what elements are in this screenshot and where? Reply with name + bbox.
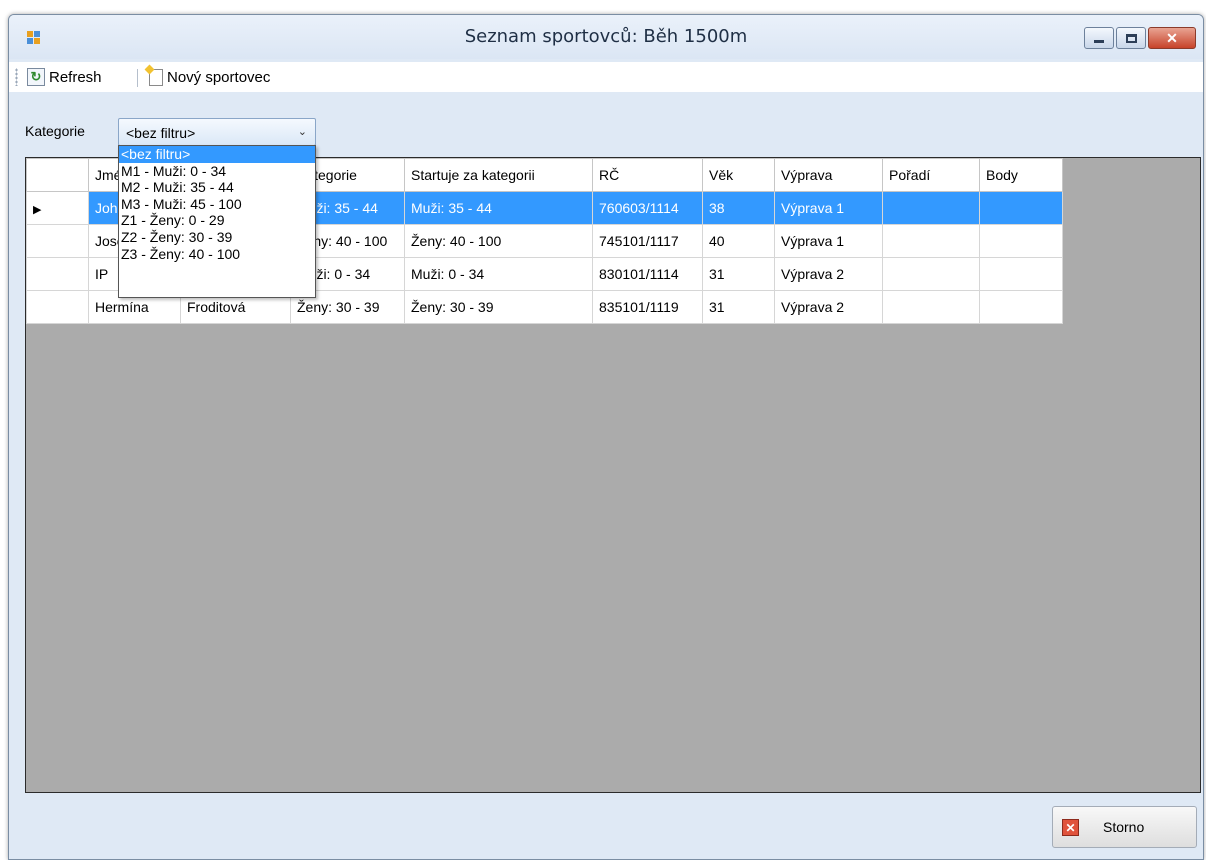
toolbar-grip[interactable] <box>15 68 18 86</box>
column-header[interactable]: Startuje za kategorii <box>404 158 593 192</box>
refresh-icon: ↻ <box>27 68 45 86</box>
title-bar[interactable]: Seznam sportovců: Běh 1500m ✕ <box>9 15 1203 59</box>
category-filter-combobox[interactable]: <bez filtru> ⌄ <box>118 118 316 146</box>
table-cell[interactable] <box>882 257 980 291</box>
close-button[interactable]: ✕ <box>1148 27 1196 49</box>
table-cell[interactable]: Muži: 35 - 44 <box>404 191 593 225</box>
table-cell[interactable]: 31 <box>702 257 775 291</box>
dropdown-option[interactable]: M2 - Muži: 35 - 44 <box>119 179 315 196</box>
table-cell[interactable] <box>979 191 1063 225</box>
table-cell[interactable] <box>979 257 1063 291</box>
maximize-icon <box>1117 28 1145 48</box>
table-cell[interactable]: Muži: 0 - 34 <box>404 257 593 291</box>
column-header[interactable]: RČ <box>592 158 703 192</box>
toolbar: ↻ Refresh Nový sportovec <box>9 62 1203 92</box>
table-cell[interactable] <box>979 224 1063 258</box>
current-row-arrow-icon: ▶ <box>33 204 42 216</box>
table-cell[interactable]: 38 <box>702 191 775 225</box>
row-header[interactable] <box>26 290 89 324</box>
column-header[interactable]: Výprava <box>774 158 883 192</box>
table-cell[interactable]: Ženy: 40 - 100 <box>404 224 593 258</box>
category-dropdown-list: <bez filtru> M1 - Muži: 0 - 34 M2 - Muži: … <box>118 145 316 298</box>
table-cell[interactable] <box>882 191 980 225</box>
minimize-icon <box>1085 28 1113 48</box>
row-header[interactable] <box>26 257 89 291</box>
minimize-button[interactable] <box>1084 27 1114 49</box>
table-cell[interactable] <box>979 290 1063 324</box>
table-cell[interactable]: Ženy: 30 - 39 <box>404 290 593 324</box>
table-cell[interactable]: Výprava 1 <box>774 224 883 258</box>
new-athlete-button[interactable]: Nový sportovec <box>149 65 270 89</box>
table-cell[interactable]: Výprava 1 <box>774 191 883 225</box>
refresh-button[interactable]: ↻ Refresh <box>27 65 102 89</box>
cancel-button[interactable]: ✕ Storno <box>1052 806 1197 848</box>
window-title: Seznam sportovců: Běh 1500m <box>464 26 748 47</box>
table-cell[interactable]: Výprava 2 <box>774 290 883 324</box>
table-cell[interactable]: 31 <box>702 290 775 324</box>
app-window: Seznam sportovců: Běh 1500m ✕ ↻ Refresh … <box>8 14 1204 860</box>
new-athlete-label: Nový sportovec <box>167 68 271 86</box>
table-cell[interactable]: 760603/1114 <box>592 191 703 225</box>
row-header[interactable] <box>26 224 89 258</box>
dropdown-option[interactable]: Z2 - Ženy: 30 - 39 <box>119 229 315 246</box>
column-header[interactable]: Body <box>979 158 1063 192</box>
dropdown-option[interactable]: Z3 - Ženy: 40 - 100 <box>119 246 315 263</box>
category-filter-value: <bez filtru> <box>126 125 196 141</box>
cancel-label: Storno <box>1103 819 1145 835</box>
refresh-label: Refresh <box>49 68 102 86</box>
grid-corner-header[interactable] <box>26 158 89 192</box>
close-icon: ✕ <box>1166 29 1178 46</box>
row-header[interactable]: ▶ <box>26 191 89 225</box>
column-header[interactable]: Pořadí <box>882 158 980 192</box>
table-cell[interactable]: 830101/1114 <box>592 257 703 291</box>
table-cell[interactable] <box>882 224 980 258</box>
column-header[interactable]: Věk <box>702 158 775 192</box>
cancel-icon: ✕ <box>1062 819 1079 836</box>
table-cell[interactable] <box>882 290 980 324</box>
chevron-down-icon[interactable]: ⌄ <box>298 125 307 138</box>
window-controls: ✕ <box>1084 27 1196 51</box>
dropdown-option[interactable]: M3 - Muži: 45 - 100 <box>119 196 315 213</box>
toolbar-separator <box>137 69 138 87</box>
dropdown-option[interactable]: <bez filtru> <box>119 146 315 163</box>
category-filter-label: Kategorie <box>25 123 85 139</box>
dropdown-option[interactable]: Z1 - Ženy: 0 - 29 <box>119 212 315 229</box>
new-document-icon <box>149 68 163 86</box>
table-cell[interactable]: 745101/1117 <box>592 224 703 258</box>
table-cell[interactable]: Výprava 2 <box>774 257 883 291</box>
table-cell[interactable]: 40 <box>702 224 775 258</box>
maximize-button[interactable] <box>1116 27 1146 49</box>
dropdown-option[interactable]: M1 - Muži: 0 - 34 <box>119 163 315 180</box>
table-cell[interactable]: 835101/1119 <box>592 290 703 324</box>
